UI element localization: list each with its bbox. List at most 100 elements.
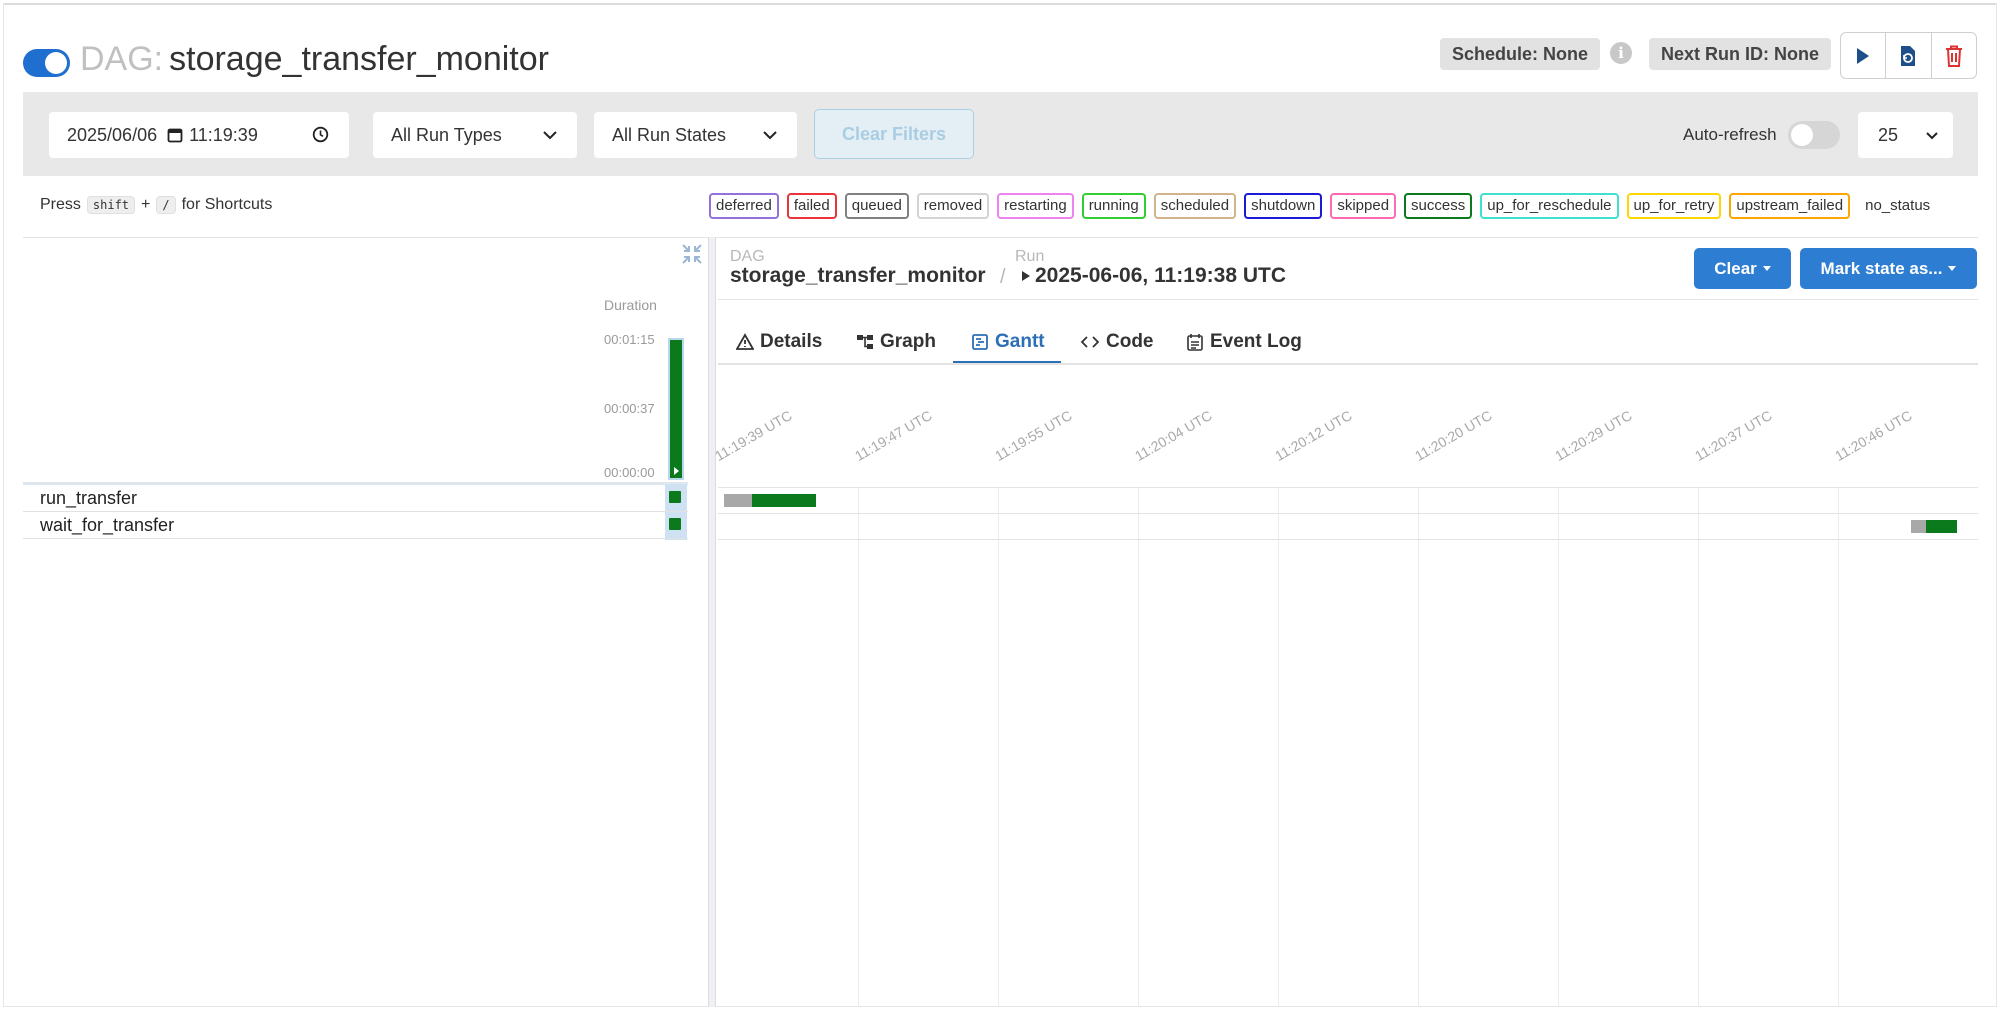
play-icon [1857, 47, 1870, 64]
info-icon[interactable]: i [1610, 42, 1632, 64]
mark-state-button[interactable]: Mark state as... [1800, 248, 1977, 289]
caret-down-icon [1948, 266, 1957, 271]
task-name: wait_for_transfer [40, 515, 175, 535]
time-value: 11:19:39 [189, 124, 258, 145]
breadcrumb-run-id[interactable]: 2025-06-06, 11:19:38 UTC [1021, 264, 1286, 288]
run-state-select[interactable]: All Run States [594, 112, 797, 158]
next-run-badge: Next Run ID: None [1649, 38, 1832, 70]
tab-label: Details [760, 331, 823, 352]
mark-state-label: Mark state as... [1820, 258, 1943, 278]
chevron-down-icon [1926, 132, 1938, 140]
dag-prefix: DAG: [80, 40, 164, 78]
breadcrumb-dag-id[interactable]: storage_transfer_monitor [730, 264, 986, 288]
tab-details[interactable]: Details [736, 322, 822, 362]
gantt-gridline [1698, 488, 1699, 1006]
run-id: 2025-06-06, 11:19:38 UTC [1035, 264, 1286, 287]
tabs-divider [718, 363, 1978, 365]
run-type-value: All Run Types [391, 124, 502, 145]
play-icon [1022, 271, 1030, 281]
delete-dag-button[interactable] [1932, 33, 1976, 78]
gantt-bar-queued-wait-for-transfer[interactable] [1911, 520, 1926, 533]
task-name: run_transfer [40, 488, 138, 508]
collapse-icon[interactable] [681, 243, 703, 265]
duration-tick: 00:01:15 [604, 332, 655, 347]
tab-event-log[interactable]: Event Log [1186, 322, 1302, 362]
trigger-dag-button[interactable] [1841, 33, 1887, 78]
gantt-row-divider [718, 487, 1978, 488]
duration-tick: 00:00:37 [604, 401, 655, 416]
tab-graph[interactable]: Graph [856, 322, 936, 362]
task-instance-box[interactable] [669, 491, 681, 503]
run-duration-bar[interactable] [668, 338, 684, 480]
task-instance-box[interactable] [669, 518, 681, 530]
legend-chip-up-for-retry[interactable]: up_for_retry [1626, 193, 1722, 219]
clock-icon[interactable] [312, 126, 329, 143]
shortcuts-press: Press [40, 196, 81, 213]
execution-date-input[interactable]: 2025/06/06 11:19:39 [49, 112, 349, 158]
tab-label: Event Log [1210, 331, 1302, 352]
legend-chip-shutdown[interactable]: shutdown [1244, 193, 1323, 219]
tab-label: Gantt [995, 331, 1045, 352]
task-row[interactable]: run_transfer [23, 486, 688, 512]
legend-chip-no-status[interactable]: no_status [1858, 193, 1938, 219]
graph-icon [857, 335, 873, 349]
legend-chip-removed[interactable]: removed [916, 193, 990, 219]
num-runs-value: 25 [1878, 124, 1899, 145]
shortcut-key-slash: / [156, 196, 176, 214]
calendar-icon[interactable] [167, 127, 183, 143]
legend-chip-deferred[interactable]: deferred [709, 193, 779, 219]
legend-chip-skipped[interactable]: skipped [1330, 193, 1397, 219]
run-state-value: All Run States [612, 124, 727, 145]
legend-chip-up-for-reschedule[interactable]: up_for_reschedule [1480, 193, 1619, 219]
gantt-icon [972, 334, 988, 350]
gantt-gridline [1838, 488, 1839, 1006]
tab-code[interactable]: Code [1080, 322, 1154, 362]
shortcuts-hint: Press shift + / for Shortcuts [40, 196, 272, 214]
event-log-icon [1187, 334, 1203, 351]
chevron-down-icon [763, 131, 777, 140]
legend-chip-queued[interactable]: queued [844, 193, 909, 219]
gantt-bar-queued-run-transfer[interactable] [724, 494, 752, 507]
filter-bar: 2025/06/06 11:19:39 All Run Types All Ru… [23, 92, 1978, 176]
auto-refresh-toggle[interactable] [1788, 121, 1840, 149]
task-row[interactable]: wait_for_transfer [23, 513, 688, 539]
legend-chip-failed[interactable]: failed [786, 193, 837, 219]
num-runs-select[interactable]: 25 [1858, 112, 1953, 158]
gantt-row-divider [718, 539, 1978, 540]
gantt-gridline [858, 488, 859, 1006]
grid-header-divider [23, 482, 688, 485]
divider [718, 299, 1978, 300]
gantt-bar-run-transfer[interactable] [752, 494, 816, 507]
date-value: 2025/06/06 [67, 124, 158, 145]
gantt-row-divider [718, 513, 1978, 514]
tab-label: Code [1106, 331, 1154, 352]
gantt-gridline [1418, 488, 1419, 1006]
code-icon [1080, 336, 1100, 348]
dag-pause-toggle[interactable] [23, 49, 70, 77]
gantt-gridline [998, 488, 999, 1006]
legend-chip-restarting[interactable]: restarting [997, 193, 1074, 219]
schedule-badge: Schedule: None [1440, 38, 1601, 70]
legend-chip-scheduled[interactable]: scheduled [1153, 193, 1237, 219]
gantt-gridline [1138, 488, 1139, 1006]
run-type-select[interactable]: All Run Types [373, 112, 577, 158]
chevron-down-icon [543, 131, 557, 140]
legend-chip-success[interactable]: success [1404, 193, 1473, 219]
panel-resizer[interactable] [708, 237, 716, 1007]
dag-action-buttons [1840, 32, 1977, 79]
caret-down-icon [1762, 266, 1771, 271]
clear-button[interactable]: Clear [1694, 248, 1791, 289]
legend-chip-upstream-failed[interactable]: upstream_failed [1729, 193, 1851, 219]
warning-triangle-icon [736, 333, 754, 350]
shortcuts-suffix: for Shortcuts [181, 196, 273, 213]
clear-filters-button[interactable]: Clear Filters [814, 109, 974, 159]
shortcut-key-shift: shift [86, 196, 136, 214]
trash-icon [1945, 45, 1962, 67]
gantt-bar-wait-for-transfer[interactable] [1926, 520, 1957, 533]
page-title: DAG: storage_transfer_monitor [80, 40, 549, 79]
divider [23, 237, 1978, 238]
duration-label: Duration [604, 297, 657, 313]
tab-gantt[interactable]: Gantt [971, 322, 1045, 362]
legend-chip-running[interactable]: running [1081, 193, 1146, 219]
reparse-dag-button[interactable] [1886, 33, 1932, 78]
